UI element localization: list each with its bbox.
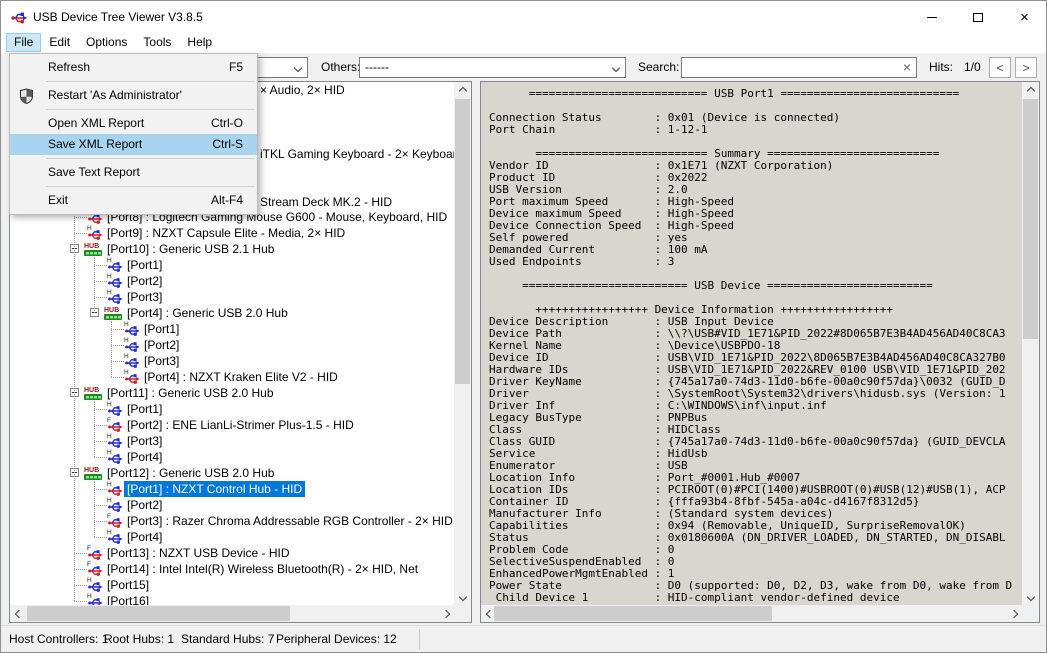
uac-shield-icon: [19, 88, 35, 104]
menu-bar: FileEditOptionsToolsHelp: [1, 33, 1046, 53]
hits-label: Hits:: [929, 53, 953, 81]
chevron-down-icon: [458, 592, 466, 600]
device-detail-panel: =========================== USB Port1 ==…: [480, 81, 1040, 623]
menu-separator: [46, 158, 255, 159]
menu-help[interactable]: Help: [179, 33, 220, 52]
menu-file[interactable]: File: [6, 33, 41, 52]
prev-hit-button[interactable]: <: [989, 57, 1011, 78]
menu-separator: [46, 186, 255, 187]
menu-item-label: Exit: [48, 190, 68, 211]
hits-value: 1/0: [964, 53, 981, 81]
status-peripheral-devices: Peripheral Devices: 12: [276, 626, 397, 653]
file-menu-dropdown: Refresh F5 Restart 'As Administrator' Open …: [9, 53, 258, 215]
scrollbar-thumb[interactable]: [27, 606, 290, 621]
others-combo-value: ------: [365, 60, 389, 74]
chevron-right-icon: >: [1022, 61, 1029, 75]
menu-item-save-xml-report[interactable]: Save XML Report Ctrl-S: [10, 134, 257, 155]
scroll-up-button[interactable]: [454, 82, 471, 99]
menu-item-label: Save Text Report: [48, 162, 140, 183]
minimize-icon: [927, 17, 937, 18]
uac-shield-icon: [19, 88, 34, 104]
others-label: Others:: [321, 53, 360, 81]
menu-item-exit[interactable]: Exit Alt-F4: [10, 190, 257, 211]
close-icon: ×: [1020, 10, 1029, 25]
search-input[interactable]: ×: [681, 57, 917, 78]
menu-item-refresh[interactable]: Refresh F5: [10, 57, 257, 78]
menu-item-label: Restart 'As Administrator': [48, 85, 182, 106]
title-bar: USB Device Tree Viewer V3.8.5 ×: [1, 1, 1046, 33]
chevron-right-icon: [441, 609, 449, 617]
scrollbar-thumb[interactable]: [494, 606, 772, 621]
status-root-hubs: Root Hubs: 1: [104, 626, 174, 653]
status-standard-hubs: Standard Hubs: 7: [181, 626, 274, 653]
menu-item-label: Save XML Report: [48, 134, 142, 155]
search-label: Search:: [638, 53, 679, 81]
chevron-left-icon: <: [996, 61, 1003, 75]
clear-search-icon[interactable]: ×: [903, 58, 911, 77]
menu-item-shortcut: Alt-F4: [211, 190, 243, 211]
scrollbar-corner: [454, 605, 471, 622]
menu-item-shortcut: Ctrl-S: [212, 134, 243, 155]
maximize-icon: [973, 13, 983, 22]
menu-separator: [46, 109, 255, 110]
status-bar: Host Controllers: 1Root Hubs: 1 Standard …: [1, 625, 1046, 652]
others-combo[interactable]: ------: [359, 57, 626, 78]
chevron-right-icon: [1009, 609, 1017, 617]
chevron-down-icon: [1026, 592, 1034, 600]
scroll-left-button[interactable]: [10, 605, 27, 622]
menu-edit[interactable]: Edit: [41, 33, 78, 52]
scroll-right-button[interactable]: [1005, 605, 1022, 622]
tree-item-fragment: Stream Deck MK.2 - HID: [260, 195, 392, 209]
tree-item-fragment: × Audio, 2× HID: [260, 83, 345, 97]
chevron-up-icon: [1026, 86, 1034, 94]
window-title: USB Device Tree Viewer V3.8.5: [33, 1, 203, 33]
scroll-down-button[interactable]: [1022, 588, 1039, 605]
scroll-down-button[interactable]: [454, 588, 471, 605]
menu-item-save-text-report[interactable]: Save Text Report: [10, 162, 257, 183]
tree-item-fragment: iTKL Gaming Keyboard - 2× Keyboard, 2×: [260, 147, 454, 161]
menu-item-restart-as-administrator[interactable]: Restart 'As Administrator': [10, 85, 257, 106]
menu-tools[interactable]: Tools: [135, 33, 179, 52]
chevron-down-icon: [612, 64, 620, 72]
close-button[interactable]: ×: [1001, 1, 1047, 33]
menu-options[interactable]: Options: [78, 33, 135, 52]
detail-vscrollbar[interactable]: [1022, 82, 1039, 605]
menu-item-label: Open XML Report: [48, 113, 144, 134]
minimize-button[interactable]: [909, 1, 955, 33]
detail-hscrollbar[interactable]: [481, 605, 1022, 622]
app-window: USB Device Tree Viewer V3.8.5 × FileEdit…: [0, 0, 1047, 653]
menu-item-shortcut: Ctrl-O: [211, 113, 243, 134]
device-detail-text[interactable]: =========================== USB Port1 ==…: [489, 88, 1024, 605]
scroll-right-button[interactable]: [437, 605, 454, 622]
scrollbar-corner: [1022, 605, 1039, 622]
statusbar-divider: [419, 629, 420, 650]
chevron-up-icon: [458, 86, 466, 94]
menu-item-label: Refresh: [48, 57, 90, 78]
menu-item-open-xml-report[interactable]: Open XML Report Ctrl-O: [10, 113, 257, 134]
tree-hscrollbar[interactable]: [10, 605, 454, 622]
chevron-down-icon: [294, 64, 302, 72]
maximize-button[interactable]: [955, 1, 1001, 33]
status-host-controllers: Host Controllers: 1: [9, 626, 108, 653]
tree-vscrollbar[interactable]: [454, 82, 471, 605]
menu-separator: [46, 81, 255, 82]
menu-item-shortcut: F5: [229, 57, 243, 78]
app-usb-icon: [11, 9, 27, 25]
scroll-up-button[interactable]: [1022, 82, 1039, 99]
chevron-left-icon: [485, 609, 493, 617]
next-hit-button[interactable]: >: [1015, 57, 1037, 78]
scrollbar-thumb[interactable]: [1023, 99, 1038, 339]
chevron-left-icon: [14, 609, 22, 617]
scrollbar-thumb[interactable]: [455, 99, 470, 384]
